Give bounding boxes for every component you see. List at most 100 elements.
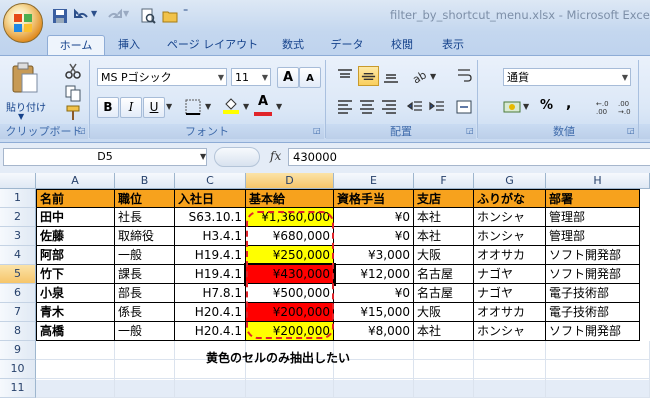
data-cell[interactable]: 本社 [414, 208, 474, 227]
empty-cell[interactable] [546, 379, 650, 398]
accounting-format-icon[interactable] [503, 98, 521, 116]
data-cell[interactable]: 佐藤 [36, 227, 115, 246]
bold-button[interactable]: B [97, 97, 119, 118]
format-painter-icon[interactable] [64, 104, 82, 122]
align-center-icon[interactable] [358, 98, 376, 116]
increase-indent-icon[interactable] [428, 98, 446, 116]
data-cell[interactable]: 管理部 [546, 227, 640, 246]
data-cell[interactable]: H19.4.1 [175, 265, 246, 284]
data-cell[interactable]: オオサカ [474, 303, 546, 322]
header-cell[interactable]: 職位 [115, 189, 175, 208]
data-cell[interactable]: ナゴヤ [474, 265, 546, 284]
empty-cell[interactable] [414, 360, 474, 379]
salary-cell[interactable]: ¥1,360,000 [246, 208, 334, 227]
undo-dropdown-icon[interactable]: ▼ [91, 9, 97, 18]
number-format-select[interactable]: 通貨 ▼ [503, 68, 631, 86]
data-cell[interactable]: 本社 [414, 227, 474, 246]
shrink-font-button[interactable]: A [299, 67, 321, 88]
clipboard-launcher-icon[interactable]: ◲ [78, 126, 86, 135]
empty-cell[interactable] [36, 360, 115, 379]
data-cell[interactable]: ¥0 [334, 284, 414, 303]
office-button[interactable] [3, 3, 43, 43]
data-cell[interactable]: 小泉 [36, 284, 115, 303]
data-cell[interactable]: 竹下 [36, 265, 115, 284]
data-cell[interactable]: 電子技術部 [546, 303, 640, 322]
salary-cell[interactable]: ¥200,000 [246, 322, 334, 341]
data-cell[interactable]: ソフト開発部 [546, 246, 640, 265]
header-cell[interactable]: 名前 [36, 189, 115, 208]
row-header-5[interactable]: 5 [0, 265, 36, 284]
font-name-dropdown-icon[interactable]: ▼ [218, 69, 224, 87]
row-header-8[interactable]: 8 [0, 322, 36, 341]
number-format-dropdown-icon[interactable]: ▼ [622, 69, 628, 87]
print-preview-icon[interactable] [140, 8, 156, 24]
empty-cell[interactable] [546, 360, 650, 379]
data-cell[interactable]: ¥0 [334, 227, 414, 246]
font-color-button[interactable]: A [254, 94, 272, 116]
accounting-dropdown-icon[interactable]: ▼ [523, 102, 529, 111]
salary-cell[interactable]: ¥500,000 [246, 284, 334, 303]
row-header-1[interactable]: 1 [0, 189, 36, 208]
underline-button[interactable]: U [143, 97, 165, 118]
data-cell[interactable]: オオサカ [474, 246, 546, 265]
align-bottom-icon[interactable] [382, 67, 400, 85]
alignment-launcher-icon[interactable]: ◲ [466, 126, 474, 135]
grow-font-button[interactable]: A [277, 67, 299, 88]
data-cell[interactable]: 高橋 [36, 322, 115, 341]
row-header-6[interactable]: 6 [0, 284, 36, 303]
orientation-dropdown-icon[interactable]: ▼ [430, 72, 436, 81]
column-header-b[interactable]: B [115, 173, 175, 189]
data-cell[interactable]: 田中 [36, 208, 115, 227]
data-cell[interactable]: 課長 [115, 265, 175, 284]
font-size-select[interactable]: 11 ▼ [231, 68, 271, 86]
row-header-2[interactable]: 2 [0, 208, 36, 227]
data-cell[interactable]: 阿部 [36, 246, 115, 265]
empty-cell[interactable] [474, 341, 546, 360]
increase-decimal-icon[interactable]: ←.0.00 [596, 98, 614, 116]
name-box[interactable]: D5 [3, 148, 207, 166]
font-launcher-icon[interactable]: ◲ [313, 126, 321, 135]
header-cell[interactable]: 支店 [414, 189, 474, 208]
data-cell[interactable]: 電子技術部 [546, 284, 640, 303]
align-middle-button[interactable] [358, 66, 379, 86]
empty-cell[interactable] [414, 379, 474, 398]
salary-cell[interactable]: ¥680,000 [246, 227, 334, 246]
data-cell[interactable]: S63.10.1 [175, 208, 246, 227]
tab-review[interactable]: 校閲 [381, 35, 423, 55]
tab-formulas[interactable]: 数式 [272, 35, 314, 55]
underline-dropdown-icon[interactable]: ▼ [166, 102, 172, 111]
row-header-11[interactable]: 11 [0, 379, 36, 398]
empty-cell[interactable] [546, 341, 650, 360]
column-header-e[interactable]: E [334, 173, 414, 189]
insert-function-button[interactable]: fx [270, 149, 281, 163]
orientation-icon[interactable]: ab [410, 67, 428, 85]
data-cell[interactable]: 部長 [115, 284, 175, 303]
percent-button[interactable]: % [540, 98, 553, 113]
data-cell[interactable]: 一般 [115, 322, 175, 341]
empty-cell[interactable] [115, 341, 175, 360]
row-header-10[interactable]: 10 [0, 360, 36, 379]
italic-button[interactable]: I [120, 97, 142, 118]
column-header-f[interactable]: F [414, 173, 474, 189]
data-cell[interactable]: H20.4.1 [175, 322, 246, 341]
wrap-text-icon[interactable] [456, 66, 472, 88]
name-box-dropdown-icon[interactable]: ▼ [200, 152, 206, 161]
data-cell[interactable]: H19.4.1 [175, 246, 246, 265]
column-header-g[interactable]: G [474, 173, 546, 189]
data-cell[interactable]: ホンシャ [474, 322, 546, 341]
salary-cell[interactable]: ¥200,000 [246, 303, 334, 322]
data-cell[interactable]: 本社 [414, 322, 474, 341]
data-cell[interactable]: 青木 [36, 303, 115, 322]
empty-cell[interactable] [175, 379, 246, 398]
formula-splitter[interactable] [214, 147, 260, 167]
qat-customize-icon[interactable]: ⁼ [183, 7, 188, 18]
data-cell[interactable]: ¥8,000 [334, 322, 414, 341]
borders-icon[interactable] [184, 98, 202, 116]
align-top-icon[interactable] [336, 67, 354, 85]
empty-cell[interactable] [36, 379, 115, 398]
data-cell[interactable]: ナゴヤ [474, 284, 546, 303]
tab-page-layout[interactable]: ページ レイアウト [160, 35, 265, 55]
align-right-icon[interactable] [380, 98, 398, 116]
header-cell[interactable]: 部署 [546, 189, 640, 208]
cut-icon[interactable] [64, 62, 82, 80]
